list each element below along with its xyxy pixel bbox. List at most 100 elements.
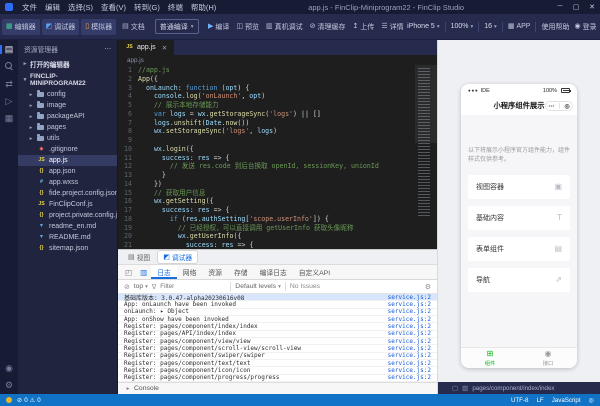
activity-account-icon[interactable]: ◉ bbox=[0, 364, 18, 373]
remote-debug-button[interactable]: ▥ 真机调试 bbox=[266, 22, 303, 32]
device-toolbar-icon[interactable]: ▥ bbox=[136, 265, 151, 279]
open-editors-section[interactable]: ▸ 打开的编辑器 bbox=[18, 57, 117, 71]
log-levels-select[interactable]: Default levels ▾ bbox=[235, 283, 281, 290]
tree-file[interactable]: JS app.js bbox=[18, 155, 117, 166]
breadcrumb[interactable]: app.js bbox=[118, 55, 437, 65]
log-source-link[interactable]: service.js:2 bbox=[388, 316, 431, 323]
status-item[interactable]: UTF-8 bbox=[511, 397, 529, 404]
clear-cache-button[interactable]: ⊘ 清理缓存 bbox=[310, 22, 346, 32]
activity-extensions-icon[interactable]: ▦ bbox=[0, 114, 18, 123]
tree-folder-image[interactable]: ▸ image bbox=[18, 100, 117, 111]
tree-file[interactable]: {} project.private.config.json bbox=[18, 210, 117, 221]
console-settings-icon[interactable]: ⚙ bbox=[425, 283, 431, 291]
menu-item-navigation[interactable]: 导航 ⇗ bbox=[468, 267, 570, 292]
compile-button[interactable]: ▶ 编译 bbox=[208, 22, 229, 32]
devtools-tab[interactable]: 编译日志 bbox=[254, 265, 293, 279]
capsule-menu[interactable]: ⋯ ◎ bbox=[545, 101, 573, 111]
zoom-select[interactable]: 100% ▾ bbox=[451, 23, 474, 30]
minimize-button[interactable]: ─ bbox=[552, 3, 568, 11]
menu-item[interactable]: 查看(V) bbox=[97, 2, 130, 13]
log-source-link[interactable]: service.js:2 bbox=[388, 345, 431, 352]
log-source-link[interactable]: service.js:2 bbox=[388, 308, 431, 315]
menu-item-view-container[interactable]: 视图容器 ▣ bbox=[468, 174, 570, 199]
menu-item-form[interactable]: 表单组件 ▤ bbox=[468, 236, 570, 261]
log-source-link[interactable]: service.js:2 bbox=[388, 360, 431, 367]
tree-folder-pages[interactable]: ▸ pages bbox=[18, 122, 117, 133]
console-drawer[interactable]: ▸ Console bbox=[118, 382, 437, 394]
activity-source-control-icon[interactable]: ⇄ bbox=[0, 80, 18, 89]
clear-console-icon[interactable]: ⊘ bbox=[124, 283, 130, 291]
log-source-link[interactable]: service.js:2 bbox=[388, 294, 431, 301]
filter-input[interactable] bbox=[160, 283, 227, 291]
more-actions-icon[interactable]: ⋯ bbox=[104, 45, 111, 53]
tree-file[interactable]: {} sitemap.json bbox=[18, 243, 117, 254]
activity-settings-icon[interactable]: ⚙ bbox=[0, 381, 18, 390]
devtools-tab[interactable]: 存储 bbox=[228, 265, 254, 279]
upload-button[interactable]: ↥ 上传 bbox=[353, 22, 375, 32]
devtools-tab[interactable]: 资源 bbox=[202, 265, 228, 279]
problems-indicator[interactable]: ⊘ 0 ⚠ 0 bbox=[17, 397, 41, 404]
context-select[interactable]: top ▾ bbox=[134, 283, 148, 290]
menu-item[interactable]: 转到(G) bbox=[130, 2, 164, 13]
log-source-link[interactable]: service.js:2 bbox=[388, 367, 431, 374]
menu-item-basic-content[interactable]: 基础内容 T bbox=[468, 205, 570, 230]
phone-tab-components[interactable]: ⊞ 组件 bbox=[461, 348, 519, 368]
toggle-docs-button[interactable]: ▤ 文档 bbox=[118, 19, 149, 35]
more-icon[interactable]: ⋯ bbox=[548, 103, 554, 110]
tree-file[interactable]: {} app.json bbox=[18, 166, 117, 177]
log-source-link[interactable]: service.js:2 bbox=[388, 338, 431, 345]
log-source-link[interactable]: service.js:2 bbox=[388, 301, 431, 308]
tree-file[interactable]: # app.wxss bbox=[18, 177, 117, 188]
devtools-tab[interactable]: 网络 bbox=[177, 265, 203, 279]
tree-file[interactable]: ▼ readme_en.md bbox=[18, 221, 117, 232]
tab-app-js[interactable]: JS app.js ✕ bbox=[118, 40, 175, 55]
notifications-icon[interactable]: ◎ bbox=[589, 397, 594, 404]
details-button[interactable]: ☰ 详情 bbox=[381, 22, 403, 32]
device-select[interactable]: iPhone 5 ▾ bbox=[407, 23, 439, 30]
panel-switch-debugger[interactable]: ◩ 调试器 bbox=[158, 251, 198, 264]
tree-folder-config[interactable]: ▸ config bbox=[18, 89, 117, 100]
toggle-debugger-button[interactable]: ◩ 调试器 bbox=[41, 18, 80, 35]
monitor-icon[interactable]: ▢ bbox=[452, 384, 458, 392]
issues-counter[interactable]: No Issues bbox=[290, 283, 320, 290]
maximize-button[interactable]: ▢ bbox=[568, 3, 584, 11]
log-source-link[interactable]: service.js:2 bbox=[388, 330, 431, 337]
menu-item[interactable]: 编辑 bbox=[41, 2, 64, 13]
close-button[interactable]: ✕ bbox=[584, 3, 600, 11]
tree-folder-utils[interactable]: ▸ utils bbox=[18, 133, 117, 144]
compile-mode-select[interactable]: 普通编译 ▾ bbox=[154, 19, 199, 34]
exit-icon[interactable]: ◎ bbox=[564, 103, 569, 110]
tree-folder-packageAPI[interactable]: ▸ packageAPI bbox=[18, 111, 117, 122]
feedback-icon[interactable] bbox=[6, 397, 12, 403]
app-button[interactable]: ▦ APP bbox=[508, 23, 531, 30]
tree-file[interactable]: ▼ README.md bbox=[18, 232, 117, 243]
tree-file[interactable]: JS FinClipConf.js bbox=[18, 199, 117, 210]
help-button[interactable]: 使用帮助 bbox=[541, 22, 569, 32]
log-source-link[interactable]: service.js:2 bbox=[388, 352, 431, 359]
inspect-icon[interactable]: ◰ bbox=[121, 265, 136, 279]
phone-icon[interactable]: ▥ bbox=[462, 384, 468, 392]
project-section[interactable]: ▾ FINCLIP-MINIPROGRAM22 bbox=[18, 71, 117, 89]
menu-item[interactable]: 帮助(H) bbox=[187, 2, 220, 13]
menu-item[interactable]: 选择(S) bbox=[64, 2, 97, 13]
activity-explorer-icon[interactable]: ▤ bbox=[0, 45, 18, 54]
close-icon[interactable]: ✕ bbox=[162, 44, 167, 52]
activity-search-icon[interactable] bbox=[0, 62, 18, 72]
devtools-tab[interactable]: 日志 bbox=[151, 265, 177, 280]
preview-button[interactable]: ◫ 预览 bbox=[236, 22, 259, 32]
phone-tab-api[interactable]: ◉ 接口 bbox=[519, 348, 577, 368]
minimap[interactable] bbox=[415, 65, 437, 250]
menu-item[interactable]: 终端 bbox=[164, 2, 187, 13]
toggle-editor-button[interactable]: ▦ 编辑器 bbox=[2, 18, 40, 35]
status-item[interactable]: JavaScript bbox=[552, 397, 581, 404]
code-editor[interactable]: 1//app.js 2 App({3 onLaunch: function (opt… bbox=[118, 65, 437, 250]
console-log-list[interactable]: 基础库版本: 3.0.47-alpha20230616v08 service.js… bbox=[118, 294, 437, 382]
status-item[interactable]: LF bbox=[536, 397, 543, 404]
devtools-tab[interactable]: 自定义API bbox=[293, 265, 336, 279]
console-log-row[interactable]: Register: pages/component/progress/progr… bbox=[118, 374, 437, 382]
toggle-simulator-button[interactable]: ▯ 模拟器 bbox=[81, 18, 117, 35]
tree-file[interactable]: ◆ .gitignore bbox=[18, 144, 117, 155]
login-button[interactable]: ◉ 登录 bbox=[574, 22, 596, 32]
log-source-link[interactable]: service.js:2 bbox=[388, 323, 431, 330]
log-source-link[interactable]: service.js:2 bbox=[388, 374, 431, 381]
